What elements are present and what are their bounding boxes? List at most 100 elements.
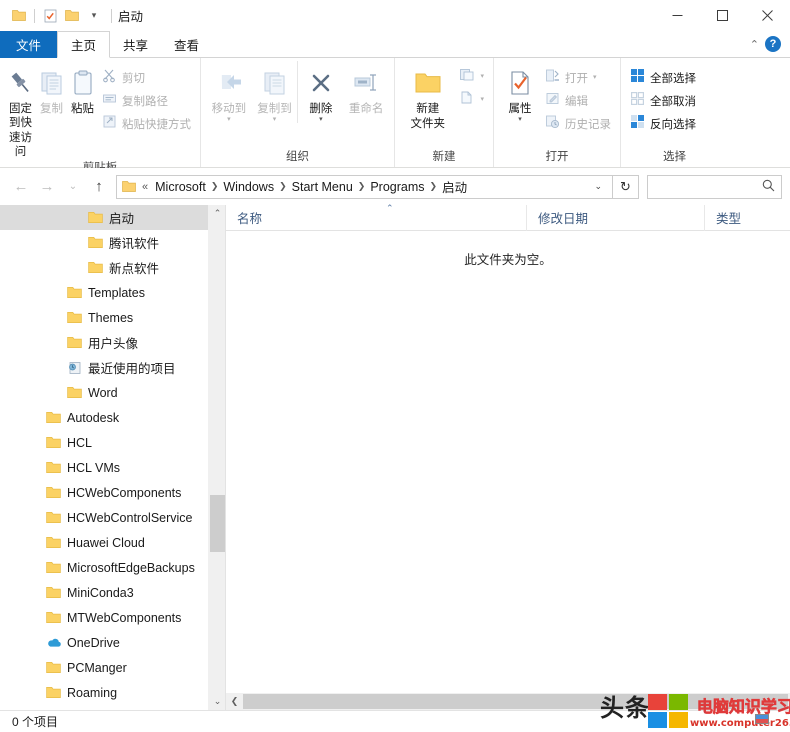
- tree-item[interactable]: 启动: [0, 205, 225, 230]
- close-button[interactable]: [745, 0, 790, 31]
- move-to-caret[interactable]: ▾: [227, 116, 231, 123]
- tree-item[interactable]: 腾讯软件: [0, 230, 225, 255]
- tree-item[interactable]: HCL: [0, 430, 225, 455]
- open-button[interactable]: 打开 ▾: [541, 66, 615, 89]
- breadcrumb-separator-icon[interactable]: ❯: [356, 181, 368, 192]
- help-icon[interactable]: ?: [765, 36, 781, 52]
- tree-item[interactable]: HCWebControlService: [0, 505, 225, 530]
- refresh-button[interactable]: ↻: [613, 174, 639, 199]
- breadcrumb-separator-icon[interactable]: ❯: [277, 181, 289, 192]
- select-all-icon: [630, 68, 645, 88]
- new-folder-icon[interactable]: [61, 5, 83, 27]
- breadcrumb-item-start-menu[interactable]: Start Menu: [289, 180, 356, 194]
- navpane-scrollbar[interactable]: ⌃ ⌄: [208, 205, 225, 710]
- hscroll-left-icon[interactable]: ❮: [226, 693, 243, 710]
- quick-access-toolbar: ▾ 启动: [0, 5, 143, 27]
- pin-to-quick-access-button[interactable]: 固定到快 速访问: [5, 61, 36, 159]
- tree-item[interactable]: HCL VMs: [0, 455, 225, 480]
- search-input[interactable]: [654, 179, 762, 194]
- tree-item[interactable]: Roaming: [0, 680, 225, 705]
- invert-selection-button[interactable]: 反向选择: [626, 112, 700, 135]
- tree-item[interactable]: MTWebComponents: [0, 605, 225, 630]
- new-item-button[interactable]: ▾: [455, 65, 488, 88]
- tab-home[interactable]: 主页: [57, 31, 111, 58]
- onedrive-icon: [45, 635, 62, 651]
- breadcrumb-separator-icon[interactable]: ❯: [428, 181, 440, 192]
- copy-path-button[interactable]: 复制路径: [98, 89, 195, 112]
- copy-to-button[interactable]: 复制到 ▾: [252, 61, 298, 123]
- new-folder-button[interactable]: 新建 文件夹: [400, 61, 455, 131]
- organize-group-label: 组织: [286, 151, 309, 163]
- search-icon[interactable]: [762, 179, 775, 195]
- tree-item[interactable]: 新点软件: [0, 255, 225, 280]
- scroll-up-icon[interactable]: ⌃: [209, 205, 225, 222]
- navpane-scroll-thumb[interactable]: [210, 495, 225, 552]
- open-caret[interactable]: ▾: [593, 74, 597, 81]
- maximize-button[interactable]: [700, 0, 745, 31]
- tree-item[interactable]: Themes: [0, 305, 225, 330]
- properties-icon[interactable]: [39, 5, 61, 27]
- forward-button[interactable]: →: [34, 174, 60, 200]
- edit-button[interactable]: 编辑: [541, 89, 615, 112]
- recent-locations-button[interactable]: ⌄: [60, 174, 86, 200]
- breadcrumb-item-microsoft[interactable]: Microsoft: [152, 180, 209, 194]
- address-dropdown-icon[interactable]: ⌄: [586, 181, 610, 192]
- tree-item[interactable]: Autodesk: [0, 405, 225, 430]
- tree-item[interactable]: Huawei Cloud: [0, 530, 225, 555]
- tab-view[interactable]: 查看: [161, 31, 212, 58]
- tree-item[interactable]: MiniConda3: [0, 580, 225, 605]
- breadcrumb-separator-icon[interactable]: ❯: [209, 181, 221, 192]
- tab-share[interactable]: 共享: [110, 31, 161, 58]
- breadcrumb-item-windows[interactable]: Windows: [220, 180, 277, 194]
- folder-icon: [45, 435, 62, 451]
- tree-item[interactable]: 最近使用的项目: [0, 355, 225, 380]
- up-button[interactable]: ↑: [86, 174, 112, 200]
- tab-file[interactable]: 文件: [0, 31, 58, 58]
- history-button[interactable]: 历史记录: [541, 112, 615, 135]
- easy-access-button[interactable]: ▾: [455, 88, 488, 111]
- tree-item[interactable]: PCManger: [0, 655, 225, 680]
- select-none-button[interactable]: 全部取消: [626, 89, 700, 112]
- item-count-label: 0 个项目: [12, 715, 59, 729]
- tree-item[interactable]: Templates: [0, 280, 225, 305]
- column-header-type[interactable]: 类型: [704, 204, 790, 231]
- search-box[interactable]: [647, 174, 782, 199]
- breadcrumb-item-startup[interactable]: 启动: [439, 177, 470, 196]
- back-button[interactable]: ←: [8, 174, 34, 200]
- move-to-button[interactable]: 移动到 ▾: [206, 61, 252, 123]
- tree-item[interactable]: Word: [0, 380, 225, 405]
- ribbon-group-select: 全部选择 全部取消 反向选择 选择: [620, 58, 728, 167]
- qat-dropdown-caret[interactable]: ▾: [83, 5, 105, 27]
- column-header-name[interactable]: ⌃ 名称: [226, 203, 526, 231]
- cut-button[interactable]: 剪切: [98, 66, 195, 89]
- copy-to-caret[interactable]: ▾: [273, 116, 277, 123]
- tree-item[interactable]: 用户头像: [0, 330, 225, 355]
- minimize-button[interactable]: [655, 0, 700, 31]
- paste-shortcut-button[interactable]: 粘贴快捷方式: [98, 112, 195, 135]
- delete-button[interactable]: 删除 ▾: [297, 61, 343, 123]
- properties-button[interactable]: 属性 ▾: [499, 61, 541, 123]
- collapse-ribbon-icon[interactable]: ⌃: [750, 38, 759, 51]
- properties-caret[interactable]: ▾: [518, 116, 522, 123]
- pin-label-line2: 速访问: [9, 132, 32, 158]
- folder-icon[interactable]: [8, 5, 30, 27]
- column-header-date-modified[interactable]: 修改日期: [526, 204, 704, 231]
- tree-item[interactable]: OneDrive: [0, 630, 225, 655]
- tree-item-label: Templates: [88, 285, 145, 300]
- open-group-label: 打开: [545, 151, 569, 163]
- select-all-button[interactable]: 全部选择: [626, 66, 700, 89]
- new-item-caret[interactable]: ▾: [480, 73, 484, 80]
- breadcrumb-item-programs[interactable]: Programs: [367, 180, 427, 194]
- tree-item[interactable]: HCWebComponents: [0, 480, 225, 505]
- easy-access-caret[interactable]: ▾: [480, 96, 484, 103]
- address-bar[interactable]: « Microsoft ❯ Windows ❯ Start Menu ❯ Pro…: [116, 174, 613, 199]
- rename-button[interactable]: 重命名: [343, 61, 389, 116]
- copy-button[interactable]: 复制: [36, 61, 67, 116]
- tree-item[interactable]: MicrosoftEdgeBackups: [0, 555, 225, 580]
- paste-button[interactable]: 粘贴: [67, 61, 98, 116]
- delete-caret[interactable]: ▾: [319, 116, 323, 123]
- scroll-down-icon[interactable]: ⌄: [209, 693, 225, 710]
- address-overflow-icon[interactable]: «: [136, 181, 152, 193]
- column-header-type-label: 类型: [716, 212, 742, 226]
- column-header-name-label: 名称: [237, 212, 263, 226]
